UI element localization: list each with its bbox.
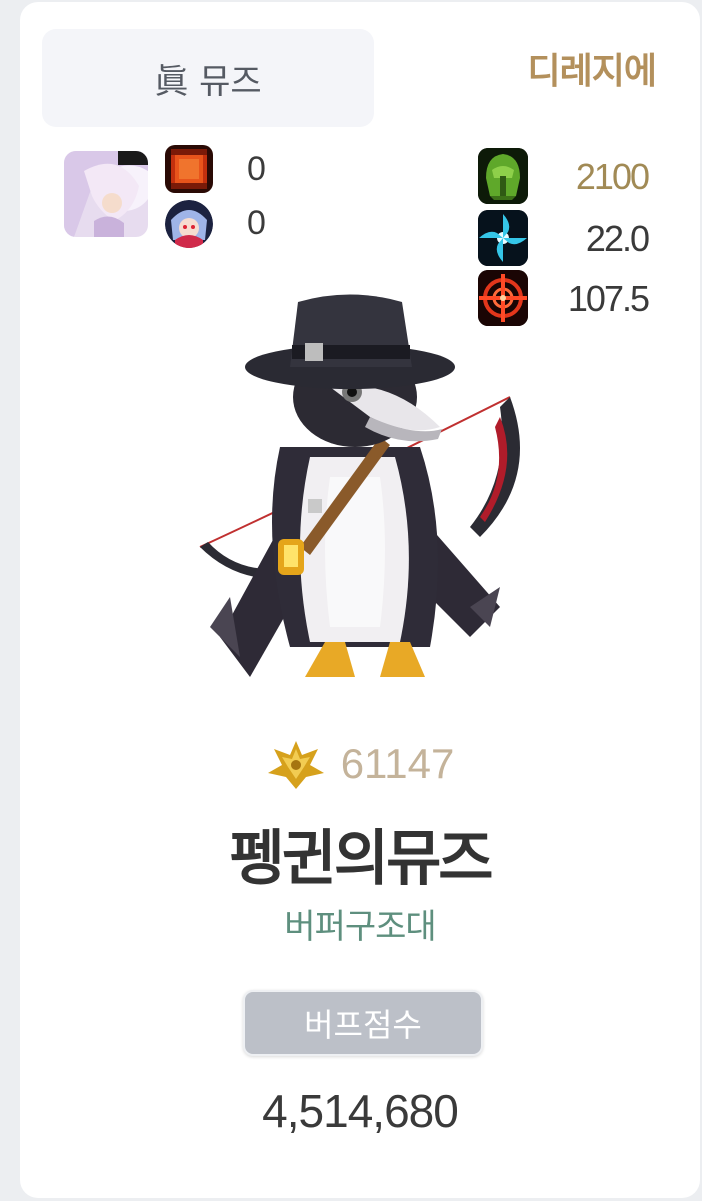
cyan-swirl-icon (478, 210, 528, 266)
red-book-icon[interactable] (165, 145, 213, 193)
class-name: 眞 뮤즈 (154, 61, 262, 102)
character-level: 61147 (340, 740, 455, 787)
stat-value-speed: 22.0 (585, 218, 650, 259)
laurel-emblem-icon (267, 741, 324, 789)
level-row: 61147 (20, 737, 700, 791)
character-card: 眞 뮤즈 디레지에 0 0 2100 22.0 107.5 61147 펭귄의뮤… (20, 2, 700, 1198)
buff-score-value: 4,514,680 (262, 1085, 459, 1137)
server-name: 디레지에 (527, 51, 657, 92)
stat-value-crit: 107.5 (567, 278, 650, 319)
buff-score-label: 버프점수 (304, 1006, 422, 1044)
stat-value-hp: 2100 (575, 156, 650, 197)
character-name: 펭귄의뮤즈 (229, 824, 494, 894)
green-helmet-icon (478, 148, 528, 204)
item-count: 0 (247, 150, 266, 188)
character-portrait-icon (64, 151, 148, 237)
plague-doctor-penguin-sprite (199, 294, 520, 677)
item-count: 0 (247, 204, 266, 242)
buff-score-button[interactable]: 버프점수 (243, 990, 483, 1056)
avatar[interactable] (64, 151, 148, 237)
character-face-icon[interactable] (165, 200, 213, 248)
class-name-box: 眞 뮤즈 (42, 29, 374, 127)
guild-name[interactable]: 버퍼구조대 (20, 899, 700, 948)
